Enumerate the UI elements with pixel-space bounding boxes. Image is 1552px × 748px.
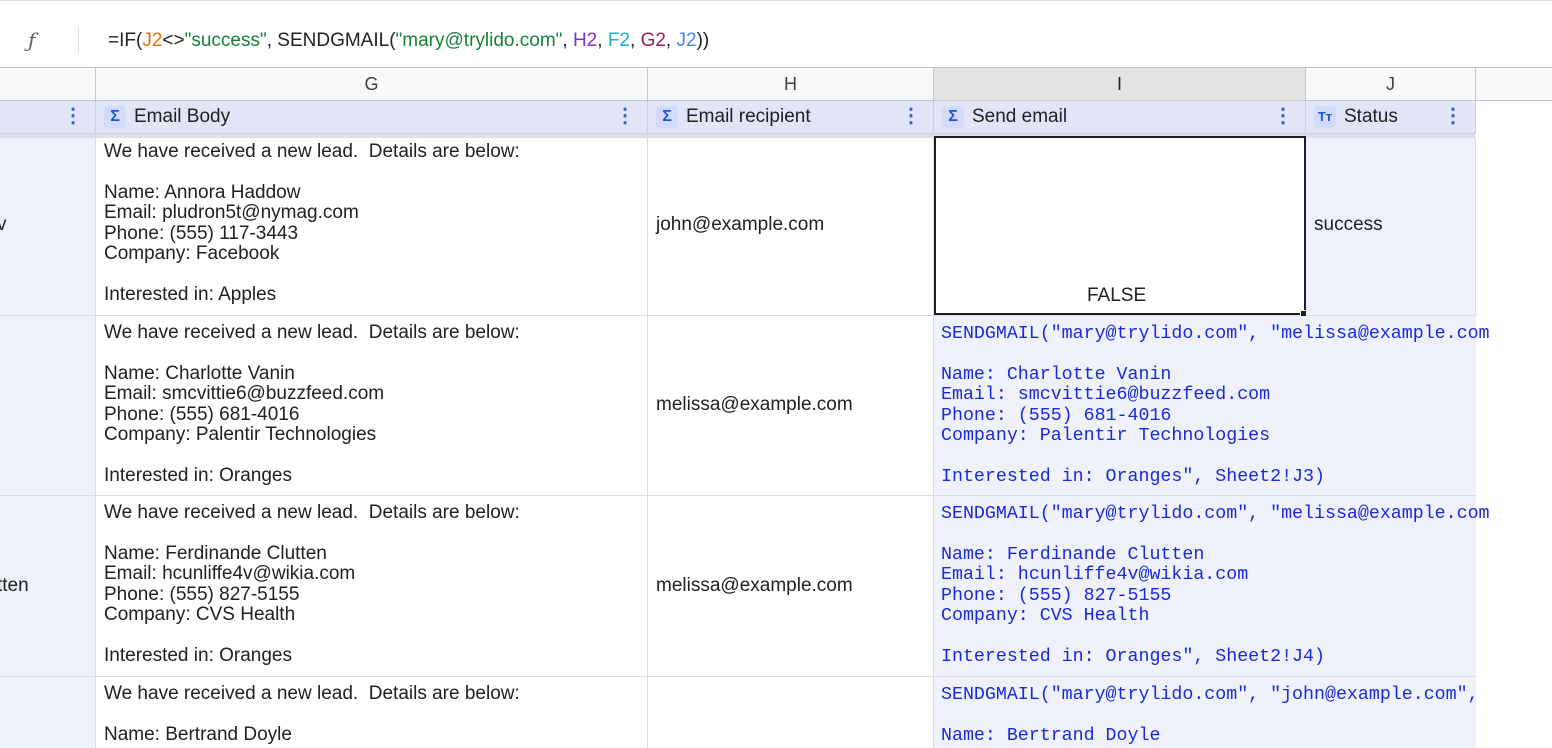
active-cell-selection — [934, 136, 1306, 315]
formula-ref-g2: G2 — [640, 30, 666, 51]
table-cell[interactable]: tten — [0, 496, 96, 677]
table-cell-email-recipient[interactable]: melissa@example.com — [648, 496, 934, 677]
cell-text: melissa@example.com — [656, 394, 853, 415]
formula-bar-divider — [78, 27, 79, 53]
table-cell-status[interactable]: success — [1306, 138, 1476, 316]
column-header-k[interactable] — [1476, 67, 1552, 101]
function-icon: ƒ — [28, 28, 36, 52]
table-cell-email-body[interactable]: We have received a new lead. Details are… — [96, 316, 648, 496]
formula-string: "success" — [184, 30, 267, 51]
table-cell-send-email[interactable]: SENDGMAIL("mary@trylido.com", "melissa@e… — [934, 496, 1490, 677]
formula-ref-j2: J2 — [142, 30, 163, 51]
cell-text: tten — [0, 575, 29, 596]
cell-text: We have received a new lead. Details are… — [104, 141, 520, 305]
column-header-g[interactable]: G — [96, 67, 648, 101]
table-cell-email-body[interactable]: We have received a new lead. Details are… — [96, 138, 648, 316]
table-cell[interactable] — [0, 677, 96, 748]
table-cell-send-email[interactable]: SENDGMAIL("mary@trylido.com", "john@exam… — [934, 677, 1479, 748]
cell-text: SENDGMAIL("mary@trylido.com", "melissa@e… — [941, 504, 1490, 667]
column-header-h[interactable]: H — [648, 67, 934, 101]
table-header-f[interactable]: ⋮ — [0, 101, 96, 133]
formula-bar[interactable]: ƒ =IF(J2<>"success", SENDGMAIL("mary@try… — [0, 0, 1552, 67]
column-header-i[interactable]: I — [934, 67, 1306, 101]
table-header-send-email[interactable]: Σ Send email ⋮ — [934, 101, 1306, 133]
sigma-icon: Σ — [104, 106, 126, 128]
table-header-label: Send email — [972, 106, 1068, 127]
cell-text: john@example.com — [656, 214, 825, 235]
column-header-f[interactable] — [0, 67, 96, 101]
sigma-icon: Σ — [656, 106, 678, 128]
table-cell[interactable]: v — [0, 138, 96, 316]
column-menu-icon[interactable]: ⋮ — [615, 101, 635, 131]
cell-text: We have received a new lead. Details are… — [104, 502, 520, 666]
column-menu-icon[interactable]: ⋮ — [1273, 101, 1293, 131]
formula-ref-j2: J2 — [676, 30, 697, 51]
cell-text: success — [1314, 214, 1383, 235]
cell-text: SENDGMAIL("mary@trylido.com", "john@exam… — [941, 685, 1479, 746]
formula-ref-f2: F2 — [607, 30, 630, 51]
table-header-row: ⋮ Σ Email Body ⋮ Σ Email recipient ⋮ Σ S… — [0, 101, 1476, 134]
formula-token: , — [630, 30, 641, 51]
table-cell-send-email[interactable]: SENDGMAIL("mary@trylido.com", "melissa@e… — [934, 316, 1490, 496]
cell-text: SENDGMAIL("mary@trylido.com", "melissa@e… — [941, 324, 1490, 487]
formula-token: =IF( — [108, 30, 143, 51]
cell-text: We have received a new lead. Details are… — [104, 683, 520, 745]
table-header-label: Email Body — [134, 106, 231, 127]
column-menu-icon[interactable]: ⋮ — [901, 101, 921, 131]
formula-input[interactable]: =IF(J2<>"success", SENDGMAIL("mary@tryli… — [108, 30, 709, 52]
column-header-j[interactable]: J — [1306, 67, 1476, 101]
cell-text: melissa@example.com — [656, 575, 853, 596]
table-cell-email-recipient[interactable]: john@example.com — [648, 138, 934, 316]
column-menu-icon[interactable]: ⋮ — [63, 101, 83, 131]
formula-token: , SENDGMAIL( — [266, 30, 396, 51]
table-header-status[interactable]: Tт Status ⋮ — [1306, 101, 1476, 133]
table-header-label: Status — [1344, 106, 1398, 127]
formula-token: , — [665, 30, 677, 51]
column-menu-icon[interactable]: ⋮ — [1443, 101, 1463, 131]
formula-token: )) — [696, 30, 710, 51]
table-cell-email-recipient[interactable]: melissa@example.com — [648, 316, 934, 496]
formula-string: "mary@trylido.com" — [395, 30, 563, 51]
table-cell-email-body[interactable]: We have received a new lead. Details are… — [96, 496, 648, 677]
sigma-icon: Σ — [942, 106, 964, 128]
table-cell[interactable] — [0, 316, 96, 496]
formula-ref-h2: H2 — [572, 30, 598, 51]
table-cell-email-body[interactable]: We have received a new lead. Details are… — [96, 677, 648, 748]
formula-token: , — [562, 30, 573, 51]
table-header-email-recipient[interactable]: Σ Email recipient ⋮ — [648, 101, 934, 133]
text-type-icon: Tт — [1314, 106, 1336, 128]
table-cell-email-recipient[interactable] — [648, 677, 934, 748]
formula-token: <> — [162, 30, 185, 51]
cell-text: We have received a new lead. Details are… — [104, 322, 520, 486]
table-header-label: Email recipient — [686, 106, 811, 127]
cell-text: v — [0, 214, 7, 236]
formula-token: , — [597, 30, 608, 51]
table-header-email-body[interactable]: Σ Email Body ⋮ — [96, 101, 648, 133]
